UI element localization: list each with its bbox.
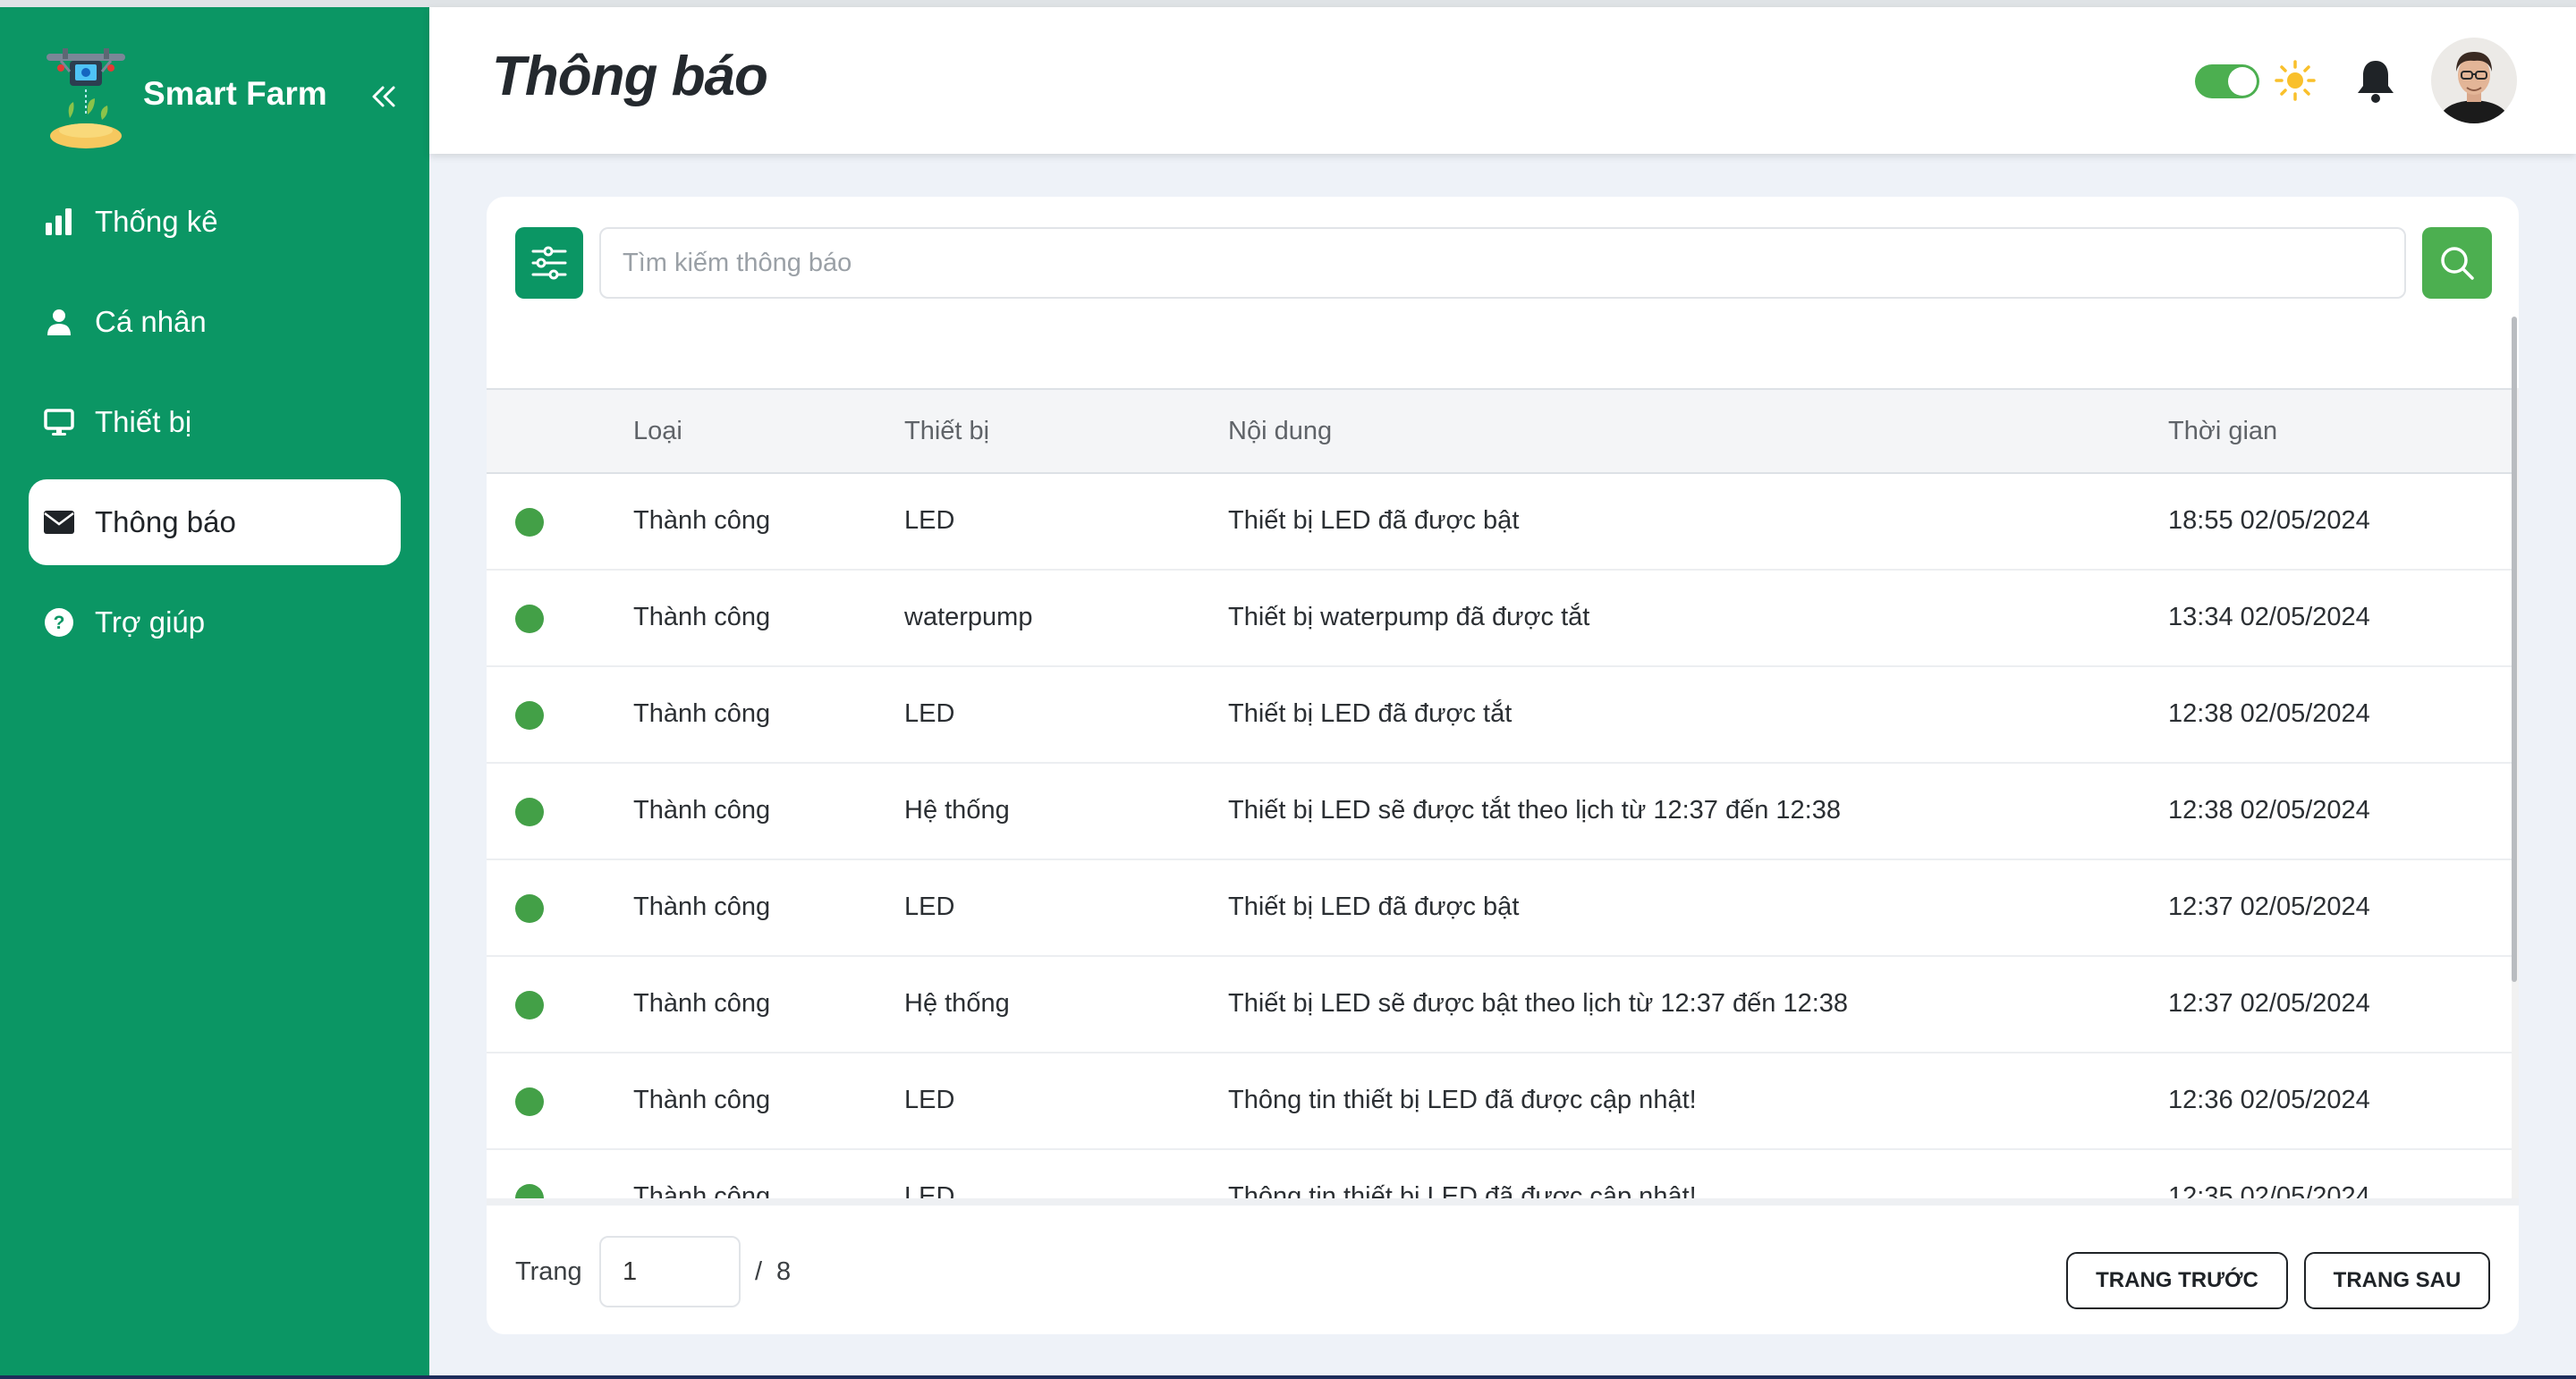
filter-button[interactable] [515,227,583,299]
table-scrollbar-thumb[interactable] [2512,317,2517,982]
cell-device: waterpump [904,603,1033,631]
collapse-sidebar-icon[interactable] [365,79,401,114]
cell-time: 12:36 02/05/2024 [2168,1086,2370,1114]
status-success-dot [515,508,544,537]
cell-content: Thiết bị LED đã được bật [1228,506,1520,535]
sidebar-item-statistics[interactable]: Thống kê [29,179,401,265]
cell-content: Thiết bị LED đã được bật [1228,893,1520,921]
user-icon [43,306,75,338]
column-header-type: Loại [633,417,682,445]
sidebar-item-profile[interactable]: Cá nhân [29,279,401,365]
sidebar-item-label: Thống kê [95,205,218,238]
cell-time: 12:37 02/05/2024 [2168,893,2370,921]
page-header: Thông báo [429,7,2576,154]
cell-device: LED [904,1086,955,1114]
cell-content: Thiết bị waterpump đã được tắt [1228,603,1590,631]
notifications-table: Loại Thiết bị Nội dung Thời gian Thành c… [487,388,2512,1334]
toggle-knob [2228,67,2257,96]
table-row[interactable]: Thành công Hệ thống Thiết bị LED sẽ được… [487,957,2512,1053]
cell-type: Thành công [633,989,771,1018]
page-total: 8 [776,1257,792,1286]
cell-type: Thành công [633,1086,771,1114]
table-row[interactable]: Thành công LED Thiết bị LED đã được bật … [487,860,2512,957]
sidebar-item-label: Trợ giúp [95,605,206,639]
status-success-dot [515,701,544,730]
cell-device: LED [904,893,955,921]
page-label: Trang [515,1257,582,1286]
sidebar-item-devices[interactable]: Thiết bị [29,379,401,465]
pagination-bar: Trang / 8 TRANG TRƯỚC TRANG SAU [487,1198,2519,1334]
search-icon [2441,247,2474,280]
cell-type: Thành công [633,506,771,535]
cell-content: Thiết bị LED sẽ được tắt theo lịch từ 12… [1228,796,1841,825]
status-success-dot [515,991,544,1019]
column-header-time: Thời gian [2168,417,2278,445]
sliders-icon [531,246,567,280]
cell-device: Hệ thống [904,989,1010,1018]
search-input[interactable] [599,227,2406,299]
window-bottom-border [0,1375,2576,1379]
status-success-dot [515,1087,544,1116]
smart-farm-logo-icon [47,48,125,148]
cell-content: Thiết bị LED đã được tắt [1228,699,1513,728]
cell-content: Thiết bị LED sẽ được bật theo lịch từ 12… [1228,989,1849,1018]
sidebar-item-label: Thiết bị [95,405,192,438]
envelope-icon [43,506,75,538]
cell-content: Thông tin thiết bị LED đã được cập nhật! [1228,1086,1697,1114]
search-button[interactable] [2422,227,2492,299]
sun-icon [2275,60,2316,101]
cell-type: Thành công [633,893,771,921]
theme-toggle[interactable] [2195,64,2259,98]
notifications-card: Loại Thiết bị Nội dung Thời gian Thành c… [487,197,2519,1334]
sidebar-item-help[interactable]: ? Trợ giúp [29,580,401,665]
cell-device: LED [904,699,955,728]
bar-chart-icon [43,206,75,238]
monitor-icon [43,406,75,438]
next-page-button[interactable]: TRANG SAU [2304,1252,2490,1309]
status-success-dot [515,894,544,923]
page-separator: / [755,1257,763,1286]
cell-time: 13:34 02/05/2024 [2168,603,2370,631]
svg-text:?: ? [54,613,65,633]
column-header-content: Nội dung [1228,417,1333,445]
table-row[interactable]: Thành công LED Thiết bị LED đã được tắt … [487,667,2512,764]
prev-page-button[interactable]: TRANG TRƯỚC [2066,1252,2288,1309]
sidebar-nav: Thống kê Cá nhân Thiết bị Thông báo ? Tr… [29,179,401,680]
brand: Smart Farm [43,43,419,159]
cell-time: 18:55 02/05/2024 [2168,506,2370,535]
cell-time: 12:38 02/05/2024 [2168,699,2370,728]
page-title: Thông báo [492,46,768,107]
cell-time: 12:38 02/05/2024 [2168,796,2370,825]
cell-type: Thành công [633,796,771,825]
status-success-dot [515,798,544,826]
sidebar-item-label: Cá nhân [95,305,207,338]
sidebar-item-notifications[interactable]: Thông báo [29,479,401,565]
table-header: Loại Thiết bị Nội dung Thời gian [487,388,2512,474]
cell-device: LED [904,506,955,535]
cell-type: Thành công [633,699,771,728]
help-circle-icon: ? [43,606,75,639]
sidebar: Smart Farm Thống kê Cá nhân Thiết bị Thô… [0,7,429,1379]
table-row[interactable]: Thành công LED Thiết bị LED đã được bật … [487,474,2512,571]
table-row[interactable]: Thành công LED Thông tin thiết bị LED đã… [487,1053,2512,1150]
table-row[interactable]: Thành công waterpump Thiết bị waterpump … [487,571,2512,667]
column-header-device: Thiết bị [904,417,990,445]
cell-time: 12:37 02/05/2024 [2168,989,2370,1018]
status-success-dot [515,605,544,633]
page-number-input[interactable] [599,1236,741,1307]
table-body: Thành công LED Thiết bị LED đã được bật … [487,474,2512,1247]
user-avatar[interactable] [2431,38,2517,123]
bell-icon[interactable] [2354,57,2397,104]
app-name: Smart Farm [143,75,327,112]
table-row[interactable]: Thành công Hệ thống Thiết bị LED sẽ được… [487,764,2512,860]
sidebar-item-label: Thông báo [95,505,236,538]
window-top-border [0,0,2576,7]
cell-device: Hệ thống [904,796,1010,825]
cell-type: Thành công [633,603,771,631]
